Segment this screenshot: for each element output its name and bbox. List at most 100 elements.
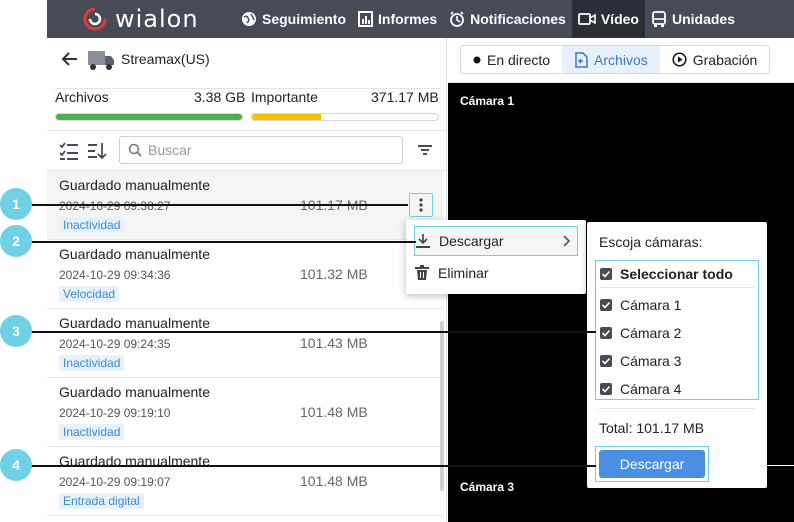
checkbox-checked-icon bbox=[600, 383, 612, 395]
select-all-checkbox[interactable]: Seleccionar todo bbox=[600, 263, 733, 285]
callout-badge: 4 bbox=[0, 449, 32, 481]
callout-badge: 2 bbox=[0, 225, 32, 257]
app-window: wialon Seguimiento Informes Notificacion… bbox=[0, 0, 794, 522]
file-row[interactable]: Guardado manualmente 2024-10-29 09:19:10… bbox=[47, 378, 443, 447]
file-row[interactable]: Guardado manualmente 2024-10-29 09:24:35… bbox=[47, 309, 443, 378]
dot-icon bbox=[473, 56, 481, 63]
unit-name: Streamax(US) bbox=[121, 51, 210, 67]
callout-badge: 1 bbox=[0, 188, 32, 220]
checkbox-checked-icon bbox=[600, 355, 612, 367]
select-all-label: Seleccionar todo bbox=[620, 266, 733, 282]
callout-line bbox=[16, 241, 416, 243]
camera-checkbox-label: Cámara 1 bbox=[620, 297, 682, 313]
nav-tracking-label: Seguimiento bbox=[262, 11, 347, 27]
callout-line bbox=[16, 465, 596, 467]
menu-download[interactable]: Descargar bbox=[414, 226, 578, 256]
nav-tracking[interactable]: Seguimiento bbox=[235, 0, 352, 38]
camera-checkbox-list: Seleccionar todo Cámara 1 Cámara 2 Cámar… bbox=[595, 260, 759, 400]
callout-line bbox=[16, 331, 596, 333]
archive-icon bbox=[575, 51, 588, 68]
checkbox-checked-icon bbox=[600, 268, 612, 280]
file-size: 101.48 MB bbox=[300, 473, 368, 489]
camera-checkbox-label: Cámara 4 bbox=[620, 381, 682, 397]
select-list-icon[interactable] bbox=[59, 141, 79, 161]
files-storage-value: 3.38 GB bbox=[194, 89, 246, 105]
file-date: 2024-10-29 09:24:35 bbox=[59, 337, 171, 351]
file-size: 101.48 MB bbox=[300, 404, 368, 420]
file-context-menu: Descargar Eliminar bbox=[406, 220, 586, 294]
wialon-logo-icon bbox=[83, 7, 107, 31]
camera-checkbox-label: Cámara 3 bbox=[620, 353, 682, 369]
important-storage-fill bbox=[252, 114, 321, 120]
search-input[interactable] bbox=[148, 142, 388, 158]
storage-usage: Archivos 3.38 GB Importante 371.17 MB bbox=[55, 88, 440, 124]
tab-live-label: En directo bbox=[487, 51, 551, 68]
nav-notifications[interactable]: Notificaciones bbox=[443, 0, 572, 38]
callout-badge: 3 bbox=[0, 315, 32, 347]
nav-units[interactable]: Unidades bbox=[645, 0, 741, 38]
files-storage-fill bbox=[56, 114, 242, 120]
truck-icon bbox=[88, 51, 114, 70]
kebab-icon bbox=[419, 198, 423, 212]
callout-line bbox=[710, 465, 794, 466]
menu-delete[interactable]: Eliminar bbox=[414, 258, 578, 288]
report-icon bbox=[358, 11, 374, 27]
nav-video-label: Vídeo bbox=[600, 11, 639, 27]
file-row[interactable]: Guardado manualmente 2024-10-29 09:34:36… bbox=[47, 240, 443, 309]
record-icon bbox=[672, 52, 687, 67]
tab-live[interactable]: En directo bbox=[461, 46, 562, 73]
important-storage-bar bbox=[251, 113, 439, 121]
camera-checkbox[interactable]: Cámara 4 bbox=[600, 378, 681, 400]
download-button[interactable]: Descargar bbox=[599, 450, 705, 478]
nav-units-label: Unidades bbox=[671, 11, 735, 27]
unit-header: Streamax(US) bbox=[47, 38, 447, 80]
file-title: Guardado manualmente bbox=[59, 246, 210, 262]
search-box[interactable] bbox=[119, 136, 403, 164]
important-storage-label: Importante bbox=[251, 89, 318, 105]
more-options-button[interactable] bbox=[409, 193, 433, 217]
tab-recording-label: Grabación bbox=[692, 51, 758, 68]
download-icon bbox=[416, 234, 430, 248]
wialon-logo[interactable]: wialon bbox=[83, 5, 235, 33]
nav-menu: Seguimiento Informes Notificaciones Víde… bbox=[235, 0, 741, 38]
file-title: Guardado manualmente bbox=[59, 384, 210, 400]
files-storage-bar bbox=[55, 113, 243, 121]
video-tabs-bar: En directo Archivos Grabación bbox=[448, 38, 794, 83]
camera-checkbox[interactable]: Cámara 2 bbox=[600, 322, 681, 344]
camera-checkbox[interactable]: Cámara 3 bbox=[600, 350, 681, 372]
file-tag: Inactividad bbox=[59, 217, 125, 233]
sort-icon[interactable] bbox=[87, 141, 107, 161]
nav-reports[interactable]: Informes bbox=[352, 0, 443, 38]
checkbox-checked-icon bbox=[600, 327, 612, 339]
tab-recording[interactable]: Grabación bbox=[660, 46, 770, 73]
tab-archives[interactable]: Archivos bbox=[562, 46, 660, 73]
nav-video[interactable]: Vídeo bbox=[571, 0, 645, 38]
tab-archives-label: Archivos bbox=[594, 51, 648, 68]
chevron-right-icon bbox=[563, 235, 571, 247]
search-icon bbox=[128, 143, 142, 157]
file-tag: Entrada digital bbox=[59, 493, 144, 509]
back-arrow-icon[interactable] bbox=[61, 50, 79, 68]
file-size: 101.32 MB bbox=[300, 266, 368, 282]
important-storage-value: 371.17 MB bbox=[371, 89, 439, 105]
file-size: 101.43 MB bbox=[300, 335, 368, 351]
list-toolbar bbox=[47, 130, 447, 170]
file-row[interactable]: Guardado manualmente 2024-10-29 09:19:07… bbox=[47, 447, 443, 516]
filter-icon[interactable] bbox=[417, 143, 433, 157]
files-panel: Streamax(US) Archivos 3.38 GB Importante… bbox=[47, 38, 447, 522]
callout-line bbox=[16, 204, 408, 206]
top-navigation: wialon Seguimiento Informes Notificacion… bbox=[47, 0, 794, 38]
chooser-divider bbox=[600, 287, 754, 288]
camera-3-label: Cámara 3 bbox=[460, 480, 515, 494]
file-date: 2024-10-29 09:34:36 bbox=[59, 268, 171, 282]
globe-icon bbox=[242, 12, 256, 26]
camera-1-label: Cámara 1 bbox=[460, 94, 515, 108]
file-title: Guardado manualmente bbox=[59, 315, 210, 331]
file-date: 2024-10-29 09:19:10 bbox=[59, 406, 171, 420]
checkbox-checked-icon bbox=[600, 299, 612, 311]
file-date: 2024-10-29 09:19:07 bbox=[59, 475, 171, 489]
files-storage-label: Archivos bbox=[55, 89, 109, 105]
bus-icon bbox=[652, 11, 666, 27]
file-date: 2024-10-29 09:38:27 bbox=[59, 199, 171, 213]
camera-checkbox[interactable]: Cámara 1 bbox=[600, 294, 681, 316]
